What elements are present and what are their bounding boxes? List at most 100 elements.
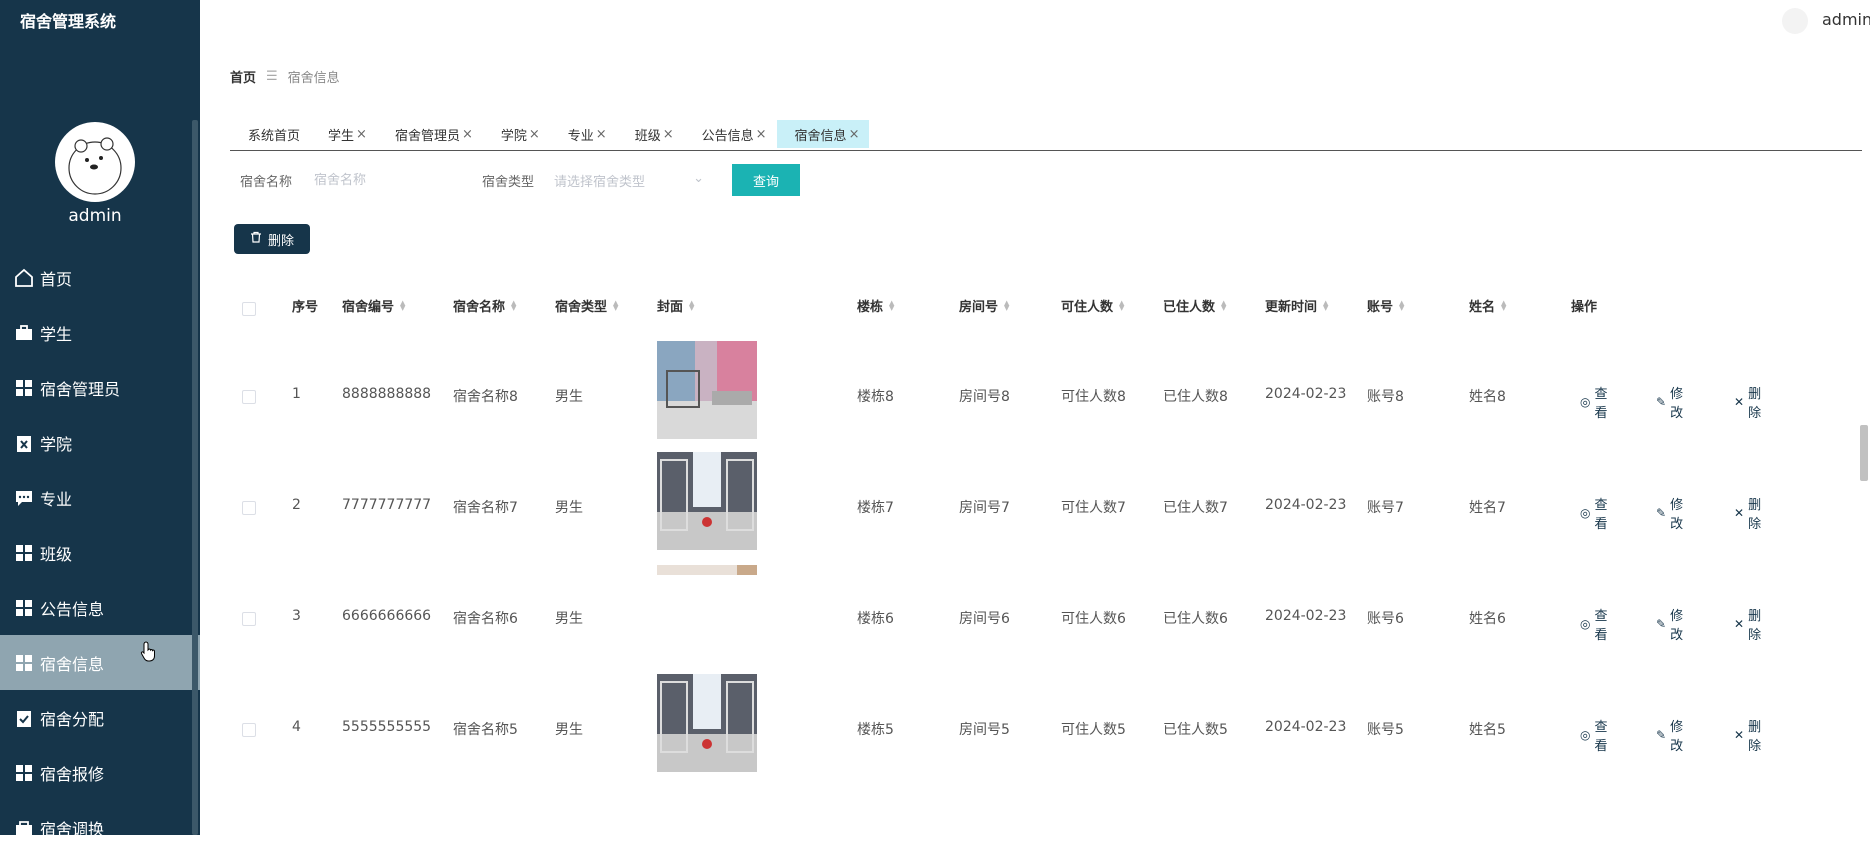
cell-person: 姓名7 [1469, 500, 1506, 516]
sidebar-item-class[interactable]: 班级 [0, 525, 200, 580]
view-button[interactable]: ◎ 查看 [1580, 716, 1608, 754]
edit-icon: ✎ [1656, 395, 1667, 409]
sidebar-scrollbar[interactable] [192, 120, 198, 835]
col-actions: 操作 [1571, 296, 1597, 315]
view-button[interactable]: ◎ 查看 [1580, 605, 1608, 643]
tab-system-home[interactable]: 系统首页 [230, 120, 310, 148]
col-label: 楼栋 [857, 300, 884, 315]
delete-button[interactable]: ✕ 删除 [1734, 716, 1761, 754]
row-checkbox[interactable] [242, 390, 256, 404]
close-icon[interactable]: × [849, 127, 860, 142]
cell-name: 宿舍名称6 [453, 611, 518, 627]
col-room[interactable]: 房间号 ▲ ▼ [959, 296, 1009, 315]
cell-account: 账号8 [1367, 389, 1404, 405]
sidebar-item-college[interactable]: 学院 [0, 415, 200, 470]
cover-image[interactable] [657, 341, 757, 439]
sort-icon[interactable]: ▲ ▼ [511, 299, 516, 311]
sidebar-item-major[interactable]: 专业 [0, 470, 200, 525]
sidebar-item-dorm-info[interactable]: 宿舍信息 [0, 635, 200, 690]
row-checkbox[interactable] [242, 723, 256, 737]
view-button[interactable]: ◎ 查看 [1580, 383, 1608, 421]
row-checkbox[interactable] [242, 501, 256, 515]
tab-student[interactable]: 学生 × [310, 120, 377, 148]
header-username[interactable]: admin [1822, 10, 1870, 29]
tab-class[interactable]: 班级 × [617, 120, 684, 148]
cover-image[interactable] [657, 674, 757, 772]
page-scrollbar[interactable] [1860, 425, 1868, 481]
sort-icon[interactable]: ▲ ▼ [1501, 299, 1506, 311]
dorm-type-select[interactable]: 请选择宿舍类型 ⌄ [554, 171, 704, 190]
col-label: 宿舍编号 [342, 300, 395, 315]
col-updated[interactable]: 更新时间 ▲ ▼ [1265, 296, 1328, 315]
col-code[interactable]: 宿舍编号 ▲ ▼ [342, 296, 405, 315]
edit-button[interactable]: ✎ 修改 [1656, 716, 1683, 754]
tab-notice[interactable]: 公告信息 × [684, 120, 777, 148]
breadcrumb-home[interactable]: 首页 [230, 67, 256, 86]
cell-capacity: 可住人数7 [1061, 500, 1126, 516]
sort-icon[interactable]: ▲ ▼ [400, 299, 405, 311]
edit-button[interactable]: ✎ 修改 [1656, 605, 1683, 643]
cover-image[interactable] [657, 452, 757, 550]
delete-label: 删除 [1748, 498, 1762, 532]
sort-icon[interactable]: ▲ ▼ [1399, 299, 1404, 311]
col-capacity[interactable]: 可住人数 ▲ ▼ [1061, 296, 1124, 315]
close-icon[interactable]: × [462, 127, 473, 142]
col-occupied[interactable]: 已住人数 ▲ ▼ [1163, 296, 1226, 315]
sidebar-item-student[interactable]: 学生 [0, 305, 200, 360]
tab-college[interactable]: 学院 × [483, 120, 550, 148]
dorm-type-placeholder: 请选择宿舍类型 [554, 174, 646, 190]
delete-button[interactable]: ✕ 删除 [1734, 494, 1761, 532]
sidebar-item-dorm-assign[interactable]: 宿舍分配 [0, 690, 200, 745]
sort-icon[interactable]: ▲ ▼ [1221, 299, 1226, 311]
header-avatar[interactable] [1782, 8, 1808, 34]
row-checkbox[interactable] [242, 612, 256, 626]
close-icon[interactable]: × [756, 127, 767, 142]
breadcrumb-current: 宿舍信息 [287, 71, 340, 86]
select-all-checkbox[interactable] [242, 302, 256, 316]
col-label: 宿舍类型 [555, 300, 608, 315]
edit-button[interactable]: ✎ 修改 [1656, 383, 1683, 421]
edit-button[interactable]: ✎ 修改 [1656, 494, 1683, 532]
sort-icon[interactable]: ▲ ▼ [1119, 299, 1124, 311]
sidebar-item-dorm-admin[interactable]: 宿舍管理员 [0, 360, 200, 415]
query-button[interactable]: 查询 [732, 164, 800, 196]
close-icon[interactable]: × [596, 127, 607, 142]
sidebar-item-dorm-swap[interactable]: 宿舍调换 [0, 800, 200, 855]
cell-person: 姓名8 [1469, 389, 1506, 405]
delete-button[interactable]: ✕ 删除 [1734, 605, 1761, 643]
sort-icon[interactable]: ▲ ▼ [689, 299, 694, 311]
col-cover[interactable]: 封面 ▲ ▼ [657, 296, 694, 315]
sort-icon[interactable]: ▲ ▼ [613, 299, 618, 311]
col-person[interactable]: 姓名 ▲ ▼ [1469, 296, 1506, 315]
cover-image[interactable] [657, 563, 757, 575]
grid-icon [14, 653, 34, 673]
tab-label: 宿舍管理员 [394, 128, 460, 144]
col-building[interactable]: 楼栋 ▲ ▼ [857, 296, 894, 315]
delete-button[interactable]: ✕ 删除 [1734, 383, 1761, 421]
col-name[interactable]: 宿舍名称 ▲ ▼ [453, 296, 516, 315]
sort-icon[interactable]: ▲ ▼ [1004, 299, 1009, 311]
tab-major[interactable]: 专业 × [550, 120, 617, 148]
dorm-name-input[interactable] [312, 171, 457, 189]
sort-icon[interactable]: ▲ ▼ [1323, 299, 1328, 311]
sidebar-item-home[interactable]: 首页 [0, 250, 200, 305]
tab-dorm-admin[interactable]: 宿舍管理员 × [377, 120, 483, 148]
sidebar-item-dorm-repair[interactable]: 宿舍报修 [0, 745, 200, 800]
avatar[interactable] [55, 122, 135, 202]
close-icon[interactable]: × [356, 127, 367, 142]
view-button[interactable]: ◎ 查看 [1580, 494, 1608, 532]
view-label: 查看 [1594, 387, 1608, 421]
close-icon[interactable]: × [529, 127, 540, 142]
batch-delete-button[interactable]: 删除 [234, 224, 310, 254]
col-account[interactable]: 账号 ▲ ▼ [1367, 296, 1404, 315]
close-icon[interactable]: × [663, 127, 674, 142]
edit-icon: ✎ [1656, 728, 1667, 742]
col-type[interactable]: 宿舍类型 ▲ ▼ [555, 296, 618, 315]
col-label: 已住人数 [1163, 300, 1216, 315]
tab-label: 系统首页 [248, 128, 301, 144]
tab-dorm-info[interactable]: 宿舍信息 × [776, 120, 870, 148]
cell-room: 房间号5 [959, 722, 1010, 738]
cell-type: 男生 [555, 500, 583, 516]
sidebar-item-notice[interactable]: 公告信息 [0, 580, 200, 635]
sort-icon[interactable]: ▲ ▼ [889, 299, 894, 311]
